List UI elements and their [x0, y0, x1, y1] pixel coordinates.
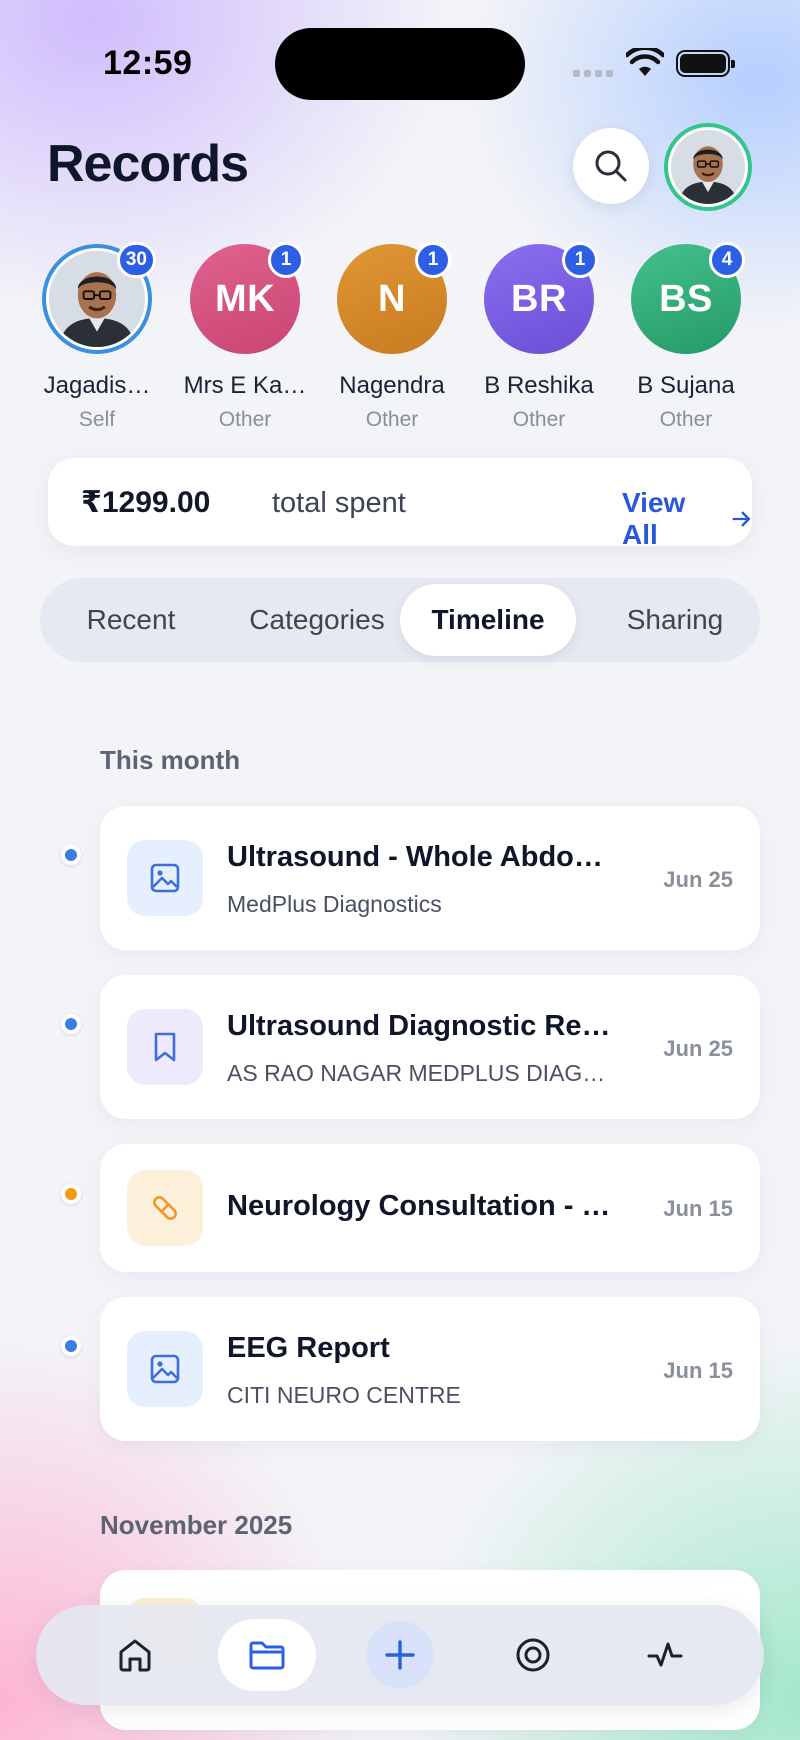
record-title: Neurology Consultation - …	[227, 1190, 611, 1222]
record-card[interactable]: Ultrasound - Whole Abdo… MedPlus Diagnos…	[100, 806, 760, 950]
record-provider: CITI NEURO CENTRE	[227, 1382, 461, 1408]
profile-relation: Other	[659, 408, 713, 431]
record-title: EEG Report	[227, 1332, 390, 1364]
profile-avatar-button[interactable]	[664, 123, 752, 211]
pill-icon	[153, 1196, 177, 1220]
record-card[interactable]: Neurology Consultation - … Jun 15	[100, 1144, 760, 1272]
record-count-badge: 1	[268, 242, 304, 278]
profile-b-reshika[interactable]: BR 1 B Reshika Other	[474, 242, 604, 432]
folder-icon	[249, 1641, 285, 1670]
family-profiles-row: 30 Jagadis… Self MK 1 Mrs E Ka… Other N …	[0, 242, 800, 444]
tab-categories[interactable]: Categories	[226, 584, 408, 656]
spent-amount: ₹1299.00	[81, 486, 211, 519]
record-type-icon-box	[127, 840, 203, 916]
record-count-badge: 1	[562, 242, 598, 278]
timeline-section-label: This month	[100, 745, 241, 775]
record-count-badge: 30	[116, 242, 156, 278]
tab-sharing[interactable]: Sharing	[605, 584, 745, 656]
profile-mrs-e-ka[interactable]: MK 1 Mrs E Ka… Other	[180, 242, 310, 432]
record-title: Ultrasound - Whole Abdo…	[227, 841, 603, 873]
profile-name: Mrs E Ka…	[183, 372, 307, 399]
battery-icon	[676, 50, 735, 77]
activity-icon	[647, 1642, 683, 1667]
profile-relation: Self	[78, 408, 116, 431]
wifi-icon	[626, 48, 664, 76]
search-icon	[595, 150, 627, 182]
arrow-right-icon	[732, 511, 750, 527]
page-title: Records	[47, 135, 249, 193]
add-record-button[interactable]	[366, 1621, 434, 1689]
timeline-dot	[61, 1336, 81, 1356]
record-card[interactable]: Ultrasound Diagnostic Re… AS RAO NAGAR M…	[100, 975, 760, 1119]
image-icon	[150, 1354, 180, 1384]
nav-records[interactable]	[218, 1619, 316, 1691]
profile-name: B Reshika	[484, 372, 594, 399]
profile-b-sujana[interactable]: BS 4 B Sujana Other	[621, 242, 751, 432]
nav-home[interactable]	[86, 1619, 184, 1691]
record-provider: MedPlus Diagnostics	[227, 891, 442, 917]
tab-timeline[interactable]: Timeline	[400, 584, 576, 656]
nav-goals[interactable]	[484, 1619, 582, 1691]
home-icon	[119, 1639, 151, 1672]
avatar	[671, 130, 745, 204]
bookmark-icon	[154, 1032, 176, 1062]
record-type-icon-box	[127, 1009, 203, 1085]
signal-icon	[573, 70, 613, 77]
record-date: Jun 25	[663, 867, 733, 892]
record-count-badge: 4	[709, 242, 745, 278]
record-provider: AS RAO NAGAR MEDPLUS DIAG…	[227, 1060, 606, 1086]
nav-vitals[interactable]	[616, 1619, 714, 1691]
plus-icon	[385, 1640, 415, 1670]
profile-self[interactable]: 30 Jagadis… Self	[32, 242, 162, 432]
timeline-dot	[61, 1014, 81, 1034]
record-card[interactable]: EEG Report CITI NEURO CENTRE Jun 15	[100, 1297, 760, 1441]
total-spent-card: ₹1299.00 total spent View All	[48, 458, 752, 550]
record-date: Jun 25	[663, 1036, 733, 1061]
profile-nagendra[interactable]: N 1 Nagendra Other	[327, 242, 457, 432]
profile-name: Jagadis…	[43, 372, 151, 399]
record-title: Ultrasound Diagnostic Re…	[227, 1010, 611, 1042]
records-tabs: Recent Categories Timeline Sharing	[40, 578, 760, 662]
target-icon	[516, 1638, 550, 1672]
bottom-navigation	[36, 1605, 764, 1705]
profile-relation: Other	[365, 408, 419, 431]
record-date: Jun 15	[663, 1358, 733, 1383]
record-type-icon-box	[127, 1331, 203, 1407]
timeline-dot	[61, 845, 81, 865]
view-all-link[interactable]: View All	[622, 487, 752, 551]
view-all-label: View All	[622, 487, 686, 550]
search-button[interactable]	[573, 128, 649, 204]
image-icon	[150, 863, 180, 893]
tab-recent[interactable]: Recent	[62, 584, 200, 656]
timeline-section-label: November 2025	[100, 1510, 293, 1540]
profile-relation: Other	[512, 408, 566, 431]
record-date: Jun 15	[663, 1196, 733, 1221]
timeline-dot	[61, 1184, 81, 1204]
spent-label: total spent	[272, 487, 406, 519]
record-count-badge: 1	[415, 242, 451, 278]
record-type-icon-box	[127, 1170, 203, 1246]
profile-name: Nagendra	[339, 372, 445, 399]
profile-name: B Sujana	[637, 372, 735, 399]
status-bar: 12:59	[0, 0, 800, 120]
dynamic-island	[275, 28, 525, 100]
profile-relation: Other	[218, 408, 272, 431]
status-time: 12:59	[103, 44, 193, 82]
